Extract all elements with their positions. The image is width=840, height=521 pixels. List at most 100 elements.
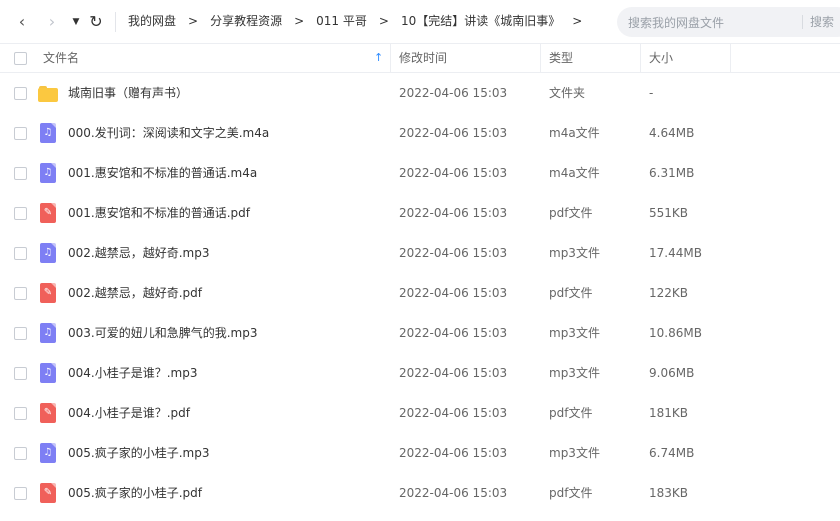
breadcrumb-separator: > — [572, 14, 583, 28]
column-divider[interactable] — [540, 44, 541, 72]
file-name[interactable]: 000.发刊词：深阅读和文字之美.m4a — [68, 113, 269, 153]
file-size: 17.44MB — [649, 246, 702, 260]
file-row[interactable]: ♫ 001.惠安馆和不标准的普通话.m4a 2022-04-06 15:03 m4a文… — [0, 153, 840, 193]
file-row[interactable]: ♫ 004.小桂子是谁？.mp3 2022-04-06 15:03 mp3文件 9.06… — [0, 353, 840, 393]
file-name[interactable]: 003.可爱的妞儿和急脾气的我.mp3 — [68, 313, 257, 353]
forward-arrow-icon[interactable]: › — [44, 11, 60, 33]
file-name[interactable]: 001.惠安馆和不标准的普通话.m4a — [68, 153, 257, 193]
pdf-file-icon: ✎ — [38, 403, 58, 423]
toolbar-divider — [115, 12, 116, 32]
pdf-file-icon: ✎ — [38, 483, 58, 503]
file-list-header: 文件名 ↑ 修改时间 类型 大小 — [0, 44, 840, 73]
file-row[interactable]: ♫ 003.可爱的妞儿和急脾气的我.mp3 2022-04-06 15:03 mp3文… — [0, 313, 840, 353]
breadcrumb-item-pingge[interactable]: 011 平哥 — [316, 14, 367, 28]
file-row[interactable]: ♫ 002.越禁忌，越好奇.mp3 2022-04-06 15:03 mp3文件 17.… — [0, 233, 840, 273]
row-checkbox[interactable] — [14, 287, 27, 300]
file-type: mp3文件 — [549, 326, 600, 340]
row-checkbox[interactable] — [14, 487, 27, 500]
file-type: pdf文件 — [549, 286, 593, 300]
file-size: - — [649, 86, 654, 100]
back-arrow-icon[interactable]: ‹ — [14, 11, 30, 33]
file-size: 10.86MB — [649, 326, 702, 340]
breadcrumb: 我的网盘 > 分享教程资源 >011 平哥 >10【完结】讲读《城南旧事》 > — [128, 0, 594, 43]
audio-file-icon: ♫ — [38, 443, 58, 463]
file-size: 551KB — [649, 206, 689, 220]
file-type: mp3文件 — [549, 446, 600, 460]
refresh-icon[interactable]: ↻ — [86, 11, 106, 33]
file-row[interactable]: ✎ 005.疯子家的小桂子.pdf 2022-04-06 15:03 pdf文件 183… — [0, 473, 840, 513]
file-name[interactable]: 004.小桂子是谁？.pdf — [68, 393, 190, 433]
row-checkbox[interactable] — [14, 367, 27, 380]
row-checkbox[interactable] — [14, 447, 27, 460]
column-divider[interactable] — [390, 44, 391, 72]
file-row[interactable]: 城南旧事（赠有声书） 2022-04-06 15:03 文件夹 - — [0, 73, 840, 113]
file-type: mp3文件 — [549, 366, 600, 380]
audio-file-icon: ♫ — [38, 323, 58, 343]
file-modified-time: 2022-04-06 15:03 — [399, 406, 508, 420]
file-size: 4.64MB — [649, 126, 695, 140]
file-type: mp3文件 — [549, 246, 600, 260]
history-dropdown-icon[interactable]: ▼ — [70, 11, 82, 33]
row-checkbox[interactable] — [14, 167, 27, 180]
audio-file-icon: ♫ — [38, 123, 58, 143]
file-size: 6.31MB — [649, 166, 695, 180]
file-row[interactable]: ♫ 005.疯子家的小桂子.mp3 2022-04-06 15:03 mp3文件 6.7… — [0, 433, 840, 473]
file-name[interactable]: 001.惠安馆和不标准的普通话.pdf — [68, 193, 250, 233]
select-all-checkbox[interactable] — [14, 52, 27, 65]
row-checkbox[interactable] — [14, 127, 27, 140]
file-size: 6.74MB — [649, 446, 695, 460]
file-list: 城南旧事（赠有声书） 2022-04-06 15:03 文件夹 - ♫ 000.发刊词：深… — [0, 73, 840, 513]
search-input[interactable] — [626, 7, 800, 39]
search-box: 搜索 — [617, 7, 840, 39]
file-type: 文件夹 — [549, 86, 586, 100]
file-modified-time: 2022-04-06 15:03 — [399, 206, 508, 220]
file-type: pdf文件 — [549, 206, 593, 220]
search-divider — [802, 15, 803, 29]
file-name[interactable]: 城南旧事（赠有声书） — [68, 73, 188, 113]
breadcrumb-item-my-drive[interactable]: 我的网盘 — [128, 14, 176, 28]
file-size: 183KB — [649, 486, 689, 500]
breadcrumb-item-current-folder[interactable]: 10【完结】讲读《城南旧事》 — [401, 14, 560, 28]
column-header-modified[interactable]: 修改时间 — [399, 44, 447, 72]
row-checkbox[interactable] — [14, 87, 27, 100]
row-checkbox[interactable] — [14, 247, 27, 260]
file-modified-time: 2022-04-06 15:03 — [399, 446, 508, 460]
file-name[interactable]: 005.疯子家的小桂子.mp3 — [68, 433, 209, 473]
column-divider[interactable] — [640, 44, 641, 72]
file-row[interactable]: ✎ 001.惠安馆和不标准的普通话.pdf 2022-04-06 15:03 pdf文… — [0, 193, 840, 233]
file-type: pdf文件 — [549, 486, 593, 500]
file-modified-time: 2022-04-06 15:03 — [399, 486, 508, 500]
breadcrumb-separator: > — [294, 14, 305, 28]
breadcrumb-item-shared-resources[interactable]: 分享教程资源 — [210, 14, 282, 28]
file-size: 122KB — [649, 286, 689, 300]
row-checkbox[interactable] — [14, 407, 27, 420]
file-modified-time: 2022-04-06 15:03 — [399, 286, 508, 300]
search-button[interactable]: 搜索 — [810, 7, 834, 37]
breadcrumb-separator: > — [378, 14, 389, 28]
file-row[interactable]: ✎ 004.小桂子是谁？.pdf 2022-04-06 15:03 pdf文件 181K… — [0, 393, 840, 433]
file-name[interactable]: 004.小桂子是谁？.mp3 — [68, 353, 197, 393]
file-type: m4a文件 — [549, 166, 600, 180]
breadcrumb-separator: > — [188, 14, 199, 28]
pdf-file-icon: ✎ — [38, 283, 58, 303]
file-type: m4a文件 — [549, 126, 600, 140]
pdf-file-icon: ✎ — [38, 203, 58, 223]
column-divider[interactable] — [730, 44, 731, 72]
column-header-size[interactable]: 大小 — [649, 44, 673, 72]
row-checkbox[interactable] — [14, 207, 27, 220]
column-header-name[interactable]: 文件名 — [43, 44, 79, 72]
file-modified-time: 2022-04-06 15:03 — [399, 86, 508, 100]
column-header-type[interactable]: 类型 — [549, 44, 573, 72]
file-name[interactable]: 005.疯子家的小桂子.pdf — [68, 473, 202, 513]
audio-file-icon: ♫ — [38, 163, 58, 183]
file-type: pdf文件 — [549, 406, 593, 420]
sort-ascending-icon[interactable]: ↑ — [374, 44, 383, 72]
file-name[interactable]: 002.越禁忌，越好奇.mp3 — [68, 233, 209, 273]
file-name[interactable]: 002.越禁忌，越好奇.pdf — [68, 273, 202, 313]
file-modified-time: 2022-04-06 15:03 — [399, 126, 508, 140]
file-modified-time: 2022-04-06 15:03 — [399, 366, 508, 380]
file-row[interactable]: ♫ 000.发刊词：深阅读和文字之美.m4a 2022-04-06 15:03 m4a… — [0, 113, 840, 153]
file-modified-time: 2022-04-06 15:03 — [399, 166, 508, 180]
file-row[interactable]: ✎ 002.越禁忌，越好奇.pdf 2022-04-06 15:03 pdf文件 122… — [0, 273, 840, 313]
row-checkbox[interactable] — [14, 327, 27, 340]
